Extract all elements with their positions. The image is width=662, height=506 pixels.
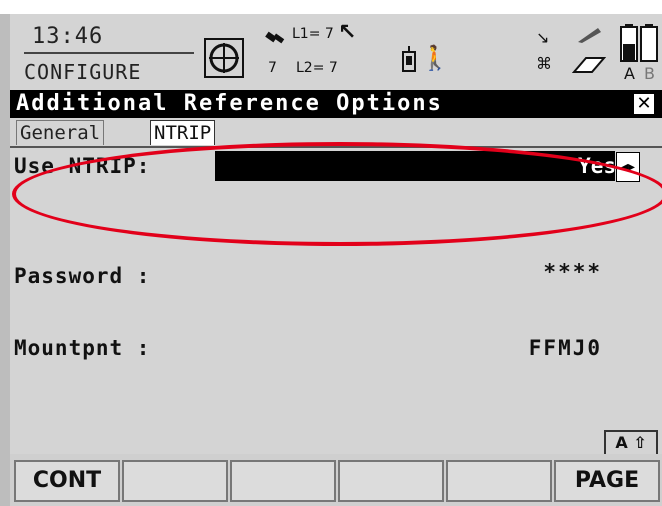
current-mode: CONFIGURE [24,60,142,84]
use-ntrip-label: Use NTRIP: [14,154,151,178]
cont-softkey[interactable]: CONT [14,460,120,502]
softkey-bar: CONT PAGE [10,454,662,506]
l1-count: L1= 7 [292,26,334,42]
clock: 13:46 [32,24,104,49]
tab-divider [10,146,662,148]
close-icon: ✕ [636,93,652,114]
left-right-arrows-icon[interactable]: ◂▸ [616,152,640,182]
password-label: Password : [14,264,151,288]
use-ntrip-selector[interactable] [215,151,615,181]
title-bar: Additional Reference Options ✕ [10,90,662,118]
battery-b-label: B [644,64,655,83]
mountpoint-value[interactable]: FFMJ0 [529,336,602,360]
satellite-icon [262,26,290,54]
tab-general[interactable]: General [16,120,105,145]
battery-a-label: A [624,64,635,83]
eraser-icon [571,54,607,78]
use-ntrip-value: Yes [578,154,616,178]
link-icon: ⌘ [536,54,552,73]
close-button[interactable]: ✕ [632,92,656,116]
rover-person-icon: 🚶 [420,44,450,72]
softkey-f2[interactable] [122,460,228,502]
signal-arrow-icon: ↖ [338,20,357,45]
l2-count: L2= 7 [296,60,338,76]
softkey-f4[interactable] [338,460,444,502]
pen-icon [576,26,602,48]
battery-a-icon [620,24,638,66]
tab-ntrip[interactable]: NTRIP [150,120,216,145]
softkey-f3[interactable] [230,460,336,502]
status-divider [24,52,194,54]
page-title: Additional Reference Options [16,91,443,116]
softkey-f5[interactable] [446,460,552,502]
input-mode-indicator: A ⇧ [604,430,658,456]
connection-icon: ↘ [536,28,550,47]
radio-icon [402,46,416,76]
position-crosshair-icon [204,38,244,82]
device-screen: 13:46 CONFIGURE 7 L1= 7 ↖ L2= 7 🚶 ↘ ⌘ A … [10,14,662,506]
battery-b-icon [640,24,658,66]
status-icons: 7 L1= 7 ↖ L2= 7 🚶 ↘ ⌘ A B [198,20,658,86]
status-bar: 13:46 CONFIGURE 7 L1= 7 ↖ L2= 7 🚶 ↘ ⌘ A … [10,14,662,90]
satellite-count: 7 [268,60,277,76]
device-bezel [0,14,10,506]
page-softkey[interactable]: PAGE [554,460,660,502]
mountpoint-label: Mountpnt : [14,336,151,360]
password-value[interactable]: **** [543,260,602,284]
